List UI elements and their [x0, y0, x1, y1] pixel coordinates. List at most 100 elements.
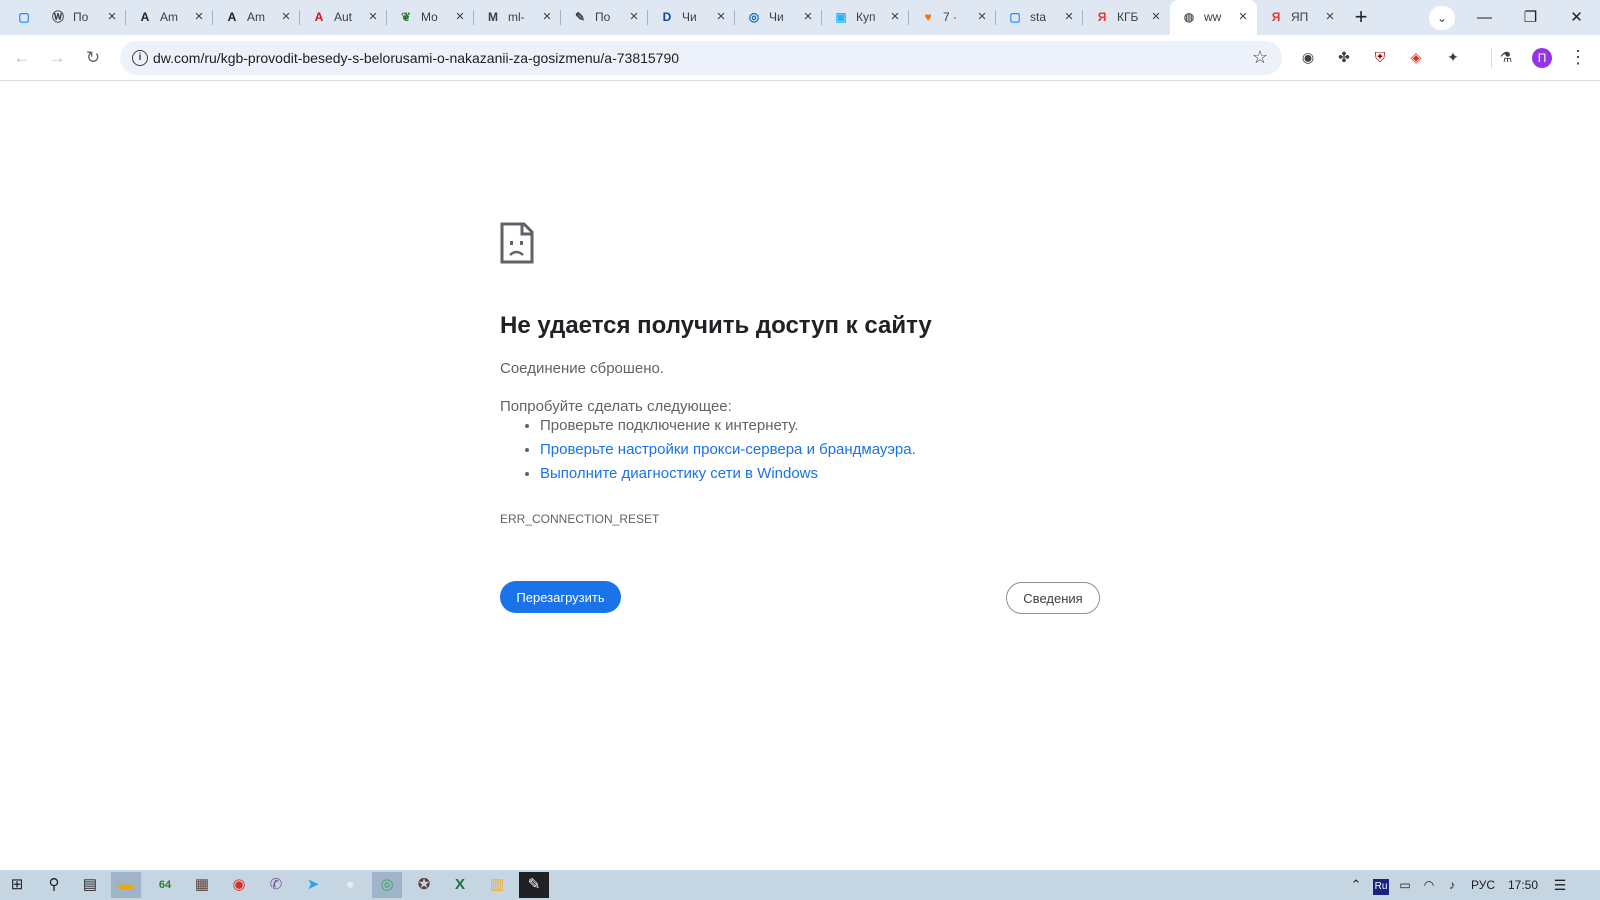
forward-button[interactable]: →: [44, 45, 70, 71]
tab-close-icon[interactable]: ×: [190, 8, 208, 26]
tab-close-icon[interactable]: ×: [973, 8, 991, 26]
reload-button[interactable]: ↻: [80, 45, 106, 71]
extensions-icon[interactable]: ✦: [1443, 47, 1463, 67]
browser-tab[interactable]: ▣ Куп ×: [822, 0, 909, 35]
wordpress-icon: Ⓦ: [51, 10, 64, 24]
viber-icon[interactable]: ✆: [261, 872, 291, 898]
tab-close-icon[interactable]: ×: [538, 8, 556, 26]
browser-tab[interactable]: Mml- ×: [474, 0, 561, 35]
kebab-menu-icon[interactable]: ⋮: [1568, 47, 1588, 67]
profile-avatar[interactable]: П: [1532, 48, 1552, 68]
search-icon[interactable]: ⚲: [39, 872, 69, 898]
tab-search-button[interactable]: ⌄: [1429, 6, 1455, 30]
acrobat-icon[interactable]: ✎: [519, 872, 549, 898]
ml-logo-icon: M: [488, 10, 498, 24]
network-diagnostics-link[interactable]: Выполните диагностику сети в Windows: [540, 465, 818, 482]
windows-start-icon[interactable]: ⊞: [2, 872, 32, 898]
bookmark-star-icon[interactable]: ☆: [1252, 47, 1268, 68]
url-text[interactable]: dw.com/ru/kgb-provodit-besedy-s-belorusa…: [153, 50, 679, 66]
labs-flask-icon[interactable]: ⚗: [1496, 47, 1516, 67]
tab-close-icon[interactable]: ×: [1060, 8, 1078, 26]
address-bar[interactable]: i dw.com/ru/kgb-provodit-besedy-s-beloru…: [120, 41, 1282, 75]
suggestion-item: Выполните диагностику сети в Windows: [540, 462, 916, 486]
tab-title: sta: [1030, 10, 1047, 24]
excel-icon[interactable]: X: [445, 872, 475, 898]
dl-logo-icon: D: [662, 10, 672, 24]
folder-app-icon[interactable]: ▥: [482, 872, 512, 898]
browser-tab[interactable]: A Aut ×: [300, 0, 387, 35]
game-icon[interactable]: ✪: [409, 872, 439, 898]
browser-tab[interactable]: ♥ 7 · ×: [909, 0, 996, 35]
tab-title: Am: [247, 10, 265, 24]
tab-close-icon[interactable]: ×: [277, 8, 295, 26]
browser-tab[interactable]: A Am ×: [213, 0, 300, 35]
ublock-icon[interactable]: ⛨: [1370, 47, 1390, 67]
forward-arrow-icon: →: [48, 48, 66, 67]
proxy-firewall-link[interactable]: Проверьте настройки прокси-сервера и бра…: [540, 441, 916, 458]
tray-chevron-icon[interactable]: ⌃: [1347, 870, 1365, 900]
volume-icon[interactable]: ♪: [1443, 870, 1461, 900]
details-button[interactable]: Сведения: [1006, 582, 1100, 614]
tab-close-icon[interactable]: ×: [1234, 8, 1252, 26]
chrome-icon[interactable]: ◉: [224, 872, 254, 898]
notifications-icon[interactable]: ☰: [1550, 870, 1570, 900]
active-tab[interactable]: ◍ ww ×: [1170, 0, 1257, 35]
restore-button[interactable]: ❐: [1508, 0, 1553, 35]
tab-title: Чи: [682, 10, 697, 24]
browser-tab[interactable]: ✎ По ×: [561, 0, 648, 35]
language-badge[interactable]: Ru: [1372, 870, 1390, 900]
tab-strip: ▢ Ⓦ По × A Am × A Am × A Aut × ❦ Мо × Mml- × ✎ По × D Чи × ◎ Чи × ▣…: [0, 0, 1600, 35]
blank-app-icon[interactable]: ●: [335, 872, 365, 898]
pdf-icon[interactable]: ◈: [1406, 47, 1426, 67]
error-subtitle: Соединение сброшено.: [500, 360, 665, 377]
battery-icon[interactable]: ▭: [1396, 870, 1414, 900]
keyboard-language[interactable]: РУС: [1468, 870, 1498, 900]
browser-tab[interactable]: Я КГБ ×: [1083, 0, 1170, 35]
suggestions-list: Проверьте подключение к интернету. Прове…: [500, 414, 916, 486]
tab-close-icon[interactable]: ×: [451, 8, 469, 26]
tab-title: Куп: [856, 10, 876, 24]
tab-close-icon[interactable]: ×: [1147, 8, 1165, 26]
sad-page-icon: [500, 222, 534, 264]
tab-title: ЯП: [1291, 10, 1309, 24]
tab-close-icon[interactable]: ×: [886, 8, 904, 26]
telegram-icon[interactable]: ➤: [298, 872, 328, 898]
browser-tab[interactable]: ❦ Мо ×: [387, 0, 474, 35]
leaf-icon: ❦: [400, 10, 412, 24]
tab-title: ml-: [508, 10, 525, 24]
archive-icon[interactable]: ▦: [187, 872, 217, 898]
browser-tab[interactable]: Я ЯП ×: [1257, 0, 1344, 35]
pinned-tab[interactable]: ▢: [10, 0, 38, 35]
task-view-icon[interactable]: ▤: [75, 872, 105, 898]
browser-tab[interactable]: Ⓦ По ×: [39, 0, 126, 35]
suggestions-heading: Попробуйте сделать следующее:: [500, 398, 732, 415]
tab-title: Чи: [769, 10, 784, 24]
site-info-icon[interactable]: i: [132, 50, 148, 66]
new-tab-button[interactable]: +: [1349, 6, 1373, 30]
tab-close-icon[interactable]: ×: [103, 8, 121, 26]
tab-close-icon[interactable]: ×: [364, 8, 382, 26]
puzzle-piece-leaf-icon[interactable]: ✤: [1334, 47, 1354, 67]
close-window-button[interactable]: ✕: [1554, 0, 1599, 35]
wifi-icon[interactable]: ◠: [1420, 870, 1438, 900]
browser-tab[interactable]: ▢ sta ×: [996, 0, 1083, 35]
tab-title: Am: [160, 10, 178, 24]
browser-tab[interactable]: ◎ Чи ×: [735, 0, 822, 35]
browser-tab[interactable]: A Am ×: [126, 0, 213, 35]
tab-close-icon[interactable]: ×: [625, 8, 643, 26]
aida64-icon[interactable]: 64: [150, 872, 180, 898]
tab-title: Aut: [334, 10, 353, 24]
tab-close-icon[interactable]: ×: [799, 8, 817, 26]
tab-close-icon[interactable]: ×: [1321, 8, 1339, 26]
circle-logo-icon: ◎: [748, 10, 760, 24]
chrome-alt-icon[interactable]: ◎: [372, 872, 402, 898]
minimize-button[interactable]: —: [1462, 0, 1507, 35]
error-title: Не удается получить доступ к сайту: [500, 312, 932, 339]
clock-time[interactable]: 17:50: [1507, 870, 1539, 900]
browser-tab[interactable]: D Чи ×: [648, 0, 735, 35]
tab-close-icon[interactable]: ×: [712, 8, 730, 26]
back-button[interactable]: ←: [9, 45, 35, 71]
lens-extension-icon[interactable]: ◉: [1298, 47, 1318, 67]
file-explorer-icon[interactable]: ▬: [111, 872, 141, 898]
reload-page-button[interactable]: Перезагрузить: [500, 581, 621, 613]
